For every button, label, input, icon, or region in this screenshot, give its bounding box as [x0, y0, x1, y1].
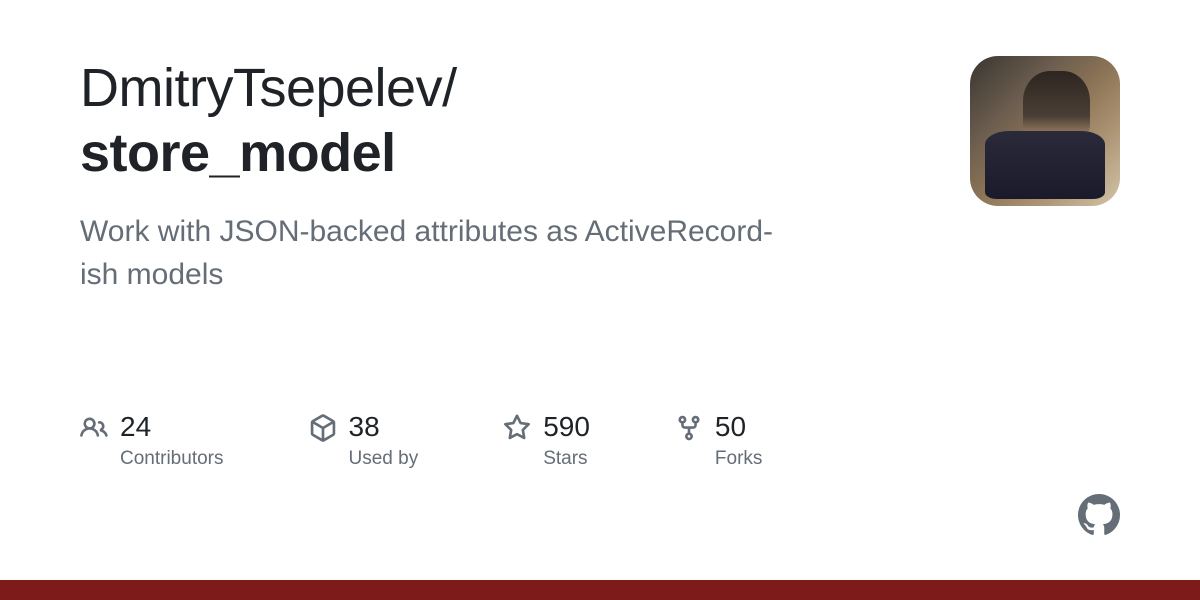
stats-bar: 24 Contributors 38 Used by 590 Stars [80, 412, 1120, 471]
accent-bar [0, 580, 1200, 600]
repo-title[interactable]: DmitryTsepelev/ store_model [80, 56, 930, 186]
stat-usedby[interactable]: 38 Used by [309, 412, 419, 471]
stars-label: Stars [543, 448, 590, 470]
contributors-value: 24 [120, 412, 224, 443]
package-icon [309, 414, 337, 442]
star-icon [503, 414, 531, 442]
fork-icon [675, 414, 703, 442]
people-icon [80, 414, 108, 442]
github-logo-icon[interactable] [1078, 494, 1120, 536]
repo-name: store_model [80, 121, 930, 186]
stars-value: 590 [543, 412, 590, 443]
stat-forks[interactable]: 50 Forks [675, 412, 763, 471]
stat-contributors[interactable]: 24 Contributors [80, 412, 224, 471]
usedby-label: Used by [349, 448, 419, 470]
contributors-label: Contributors [120, 448, 224, 470]
forks-label: Forks [715, 448, 763, 470]
repo-owner: DmitryTsepelev/ [80, 58, 457, 118]
avatar[interactable] [970, 56, 1120, 206]
usedby-value: 38 [349, 412, 419, 443]
forks-value: 50 [715, 412, 763, 443]
repo-description: Work with JSON-backed attributes as Acti… [80, 210, 800, 297]
stat-stars[interactable]: 590 Stars [503, 412, 590, 471]
